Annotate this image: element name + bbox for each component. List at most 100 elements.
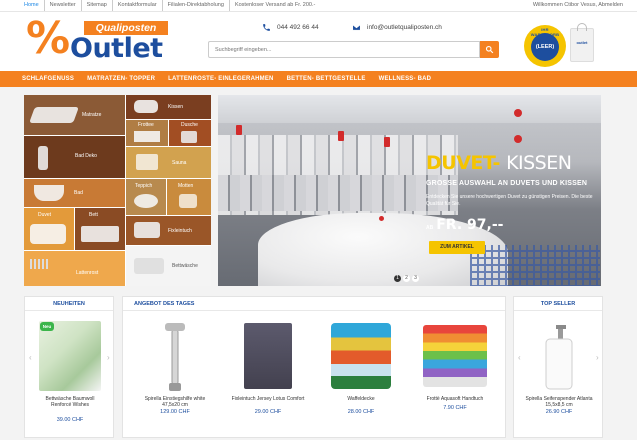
top-link-newsletter[interactable]: Newsletter: [45, 0, 82, 11]
product-card[interactable]: Spirella Seifenspender Atlanta 15,5x8,5 …: [524, 319, 594, 434]
hero-title: DUVET- KISSEN: [426, 152, 572, 174]
mattress-image: [29, 107, 79, 123]
category-matratze[interactable]: Matratze: [24, 95, 125, 135]
category-label: Teppich: [135, 183, 153, 189]
category-bettwaesche[interactable]: Bettwäsche: [126, 246, 211, 286]
hero-ceiling: [218, 95, 601, 123]
category-frottee[interactable]: Frottee: [126, 120, 168, 146]
welcome-logout-text[interactable]: Willkommen Ctibor Vesus, Abmelden: [533, 0, 623, 11]
category-fixleintuch[interactable]: Fixleintuch: [126, 216, 211, 245]
hero-shelves-lower: [218, 175, 458, 211]
angebot-box: ANGEBOT DES TAGES Spirella Einstiegshilf…: [122, 296, 506, 438]
top-link-home[interactable]: Home: [24, 0, 45, 11]
nav-betten[interactable]: BETTEN- BETTGESTELLE: [287, 71, 366, 87]
category-label: Bad Deko: [75, 153, 97, 159]
product-card[interactable]: Bettwäsche Baumwoll Renforcé Wishes 39.0…: [35, 319, 105, 434]
hero-title-highlight: DUVET-: [426, 152, 500, 174]
search-bar: [208, 41, 499, 58]
product-image: [331, 323, 391, 389]
phone-number: 044 492 66 44: [277, 24, 319, 31]
category-dusche[interactable]: Dusche: [169, 120, 211, 146]
product-price: 26.90 CHF: [545, 409, 573, 415]
nav-wellness-bad[interactable]: WELLNESS- BAD: [379, 71, 432, 87]
category-sauna[interactable]: Sauna: [126, 147, 211, 178]
hero-price: AB FR. 97,--: [426, 216, 503, 234]
category-bad[interactable]: Bad: [24, 179, 125, 207]
price-tag-icon: [338, 131, 344, 141]
mail-icon: [352, 24, 361, 31]
hero-price-value: FR. 97,--: [436, 217, 504, 233]
product-name: Frottè Aquasoft Handtuch: [426, 396, 484, 402]
slider-dot-3[interactable]: 3: [412, 275, 419, 282]
top-links: Home Newsletter Sitemap Kontaktformular …: [24, 0, 320, 11]
phone-contact[interactable]: 044 492 66 44: [262, 23, 319, 32]
nav-lattenroste[interactable]: LATTENROSTE- EINLEGERAHMEN: [168, 71, 273, 87]
email-contact[interactable]: info@outletqualiposten.ch: [352, 23, 442, 32]
hero-cart-image: [470, 245, 600, 286]
product-image: [163, 321, 187, 393]
topseller-title: TOP SELLER: [514, 301, 602, 311]
hero-text: Entdecken Sie unsere hochwertigen Duvet …: [426, 194, 593, 207]
bag-label: outlet: [576, 40, 588, 45]
product-price: 39.00 CHF: [56, 417, 84, 423]
angebot-title: ANGEBOT DES TAGES: [123, 301, 505, 311]
shopping-bag-icon: outlet: [570, 23, 594, 62]
cart-status: (LEER): [531, 33, 559, 61]
top-link-sitemap[interactable]: Sitemap: [82, 0, 113, 11]
product-image: [39, 321, 101, 391]
page: Home Newsletter Sitemap Kontaktformular …: [0, 0, 637, 440]
nav-schlafgenuss[interactable]: SCHLAFGENUSS: [22, 71, 74, 87]
product-price: 7.90 CHF: [443, 405, 467, 411]
product-name: Bettwäsche Baumwoll Renforcé Wishes: [45, 396, 95, 408]
arrow-right-icon[interactable]: ›: [596, 353, 602, 363]
shopping-cart[interactable]: IHR WARENKORB (LEER) outlet: [521, 20, 601, 70]
category-motten[interactable]: Motten: [167, 179, 211, 215]
bag-handle: [577, 23, 587, 31]
category-bett[interactable]: Bett: [75, 208, 125, 250]
product-name: Fixleintuch Jersey Lotus Comfort: [231, 396, 305, 402]
top-link-versand[interactable]: Kostenloser Versand ab Fr. 200.-: [230, 0, 320, 11]
hero-cta-button[interactable]: ZUM ARTIKEL: [429, 241, 485, 254]
percent-tag-icon: [514, 109, 522, 117]
phone-icon: [263, 24, 270, 31]
topseller-box: TOP SELLER ‹ › Spirella Seifenspender At…: [513, 296, 603, 438]
category-lattenrost[interactable]: Lattenrost: [24, 251, 125, 286]
top-bar: Home Newsletter Sitemap Kontaktformular …: [0, 0, 637, 12]
hero-subtitle: GROSSE AUSWAHL AN DUVETS UND KISSEN: [426, 180, 588, 187]
category-grid: Matratze Kissen Frottee Dusche Bad Deko …: [24, 95, 211, 286]
top-link-filialen[interactable]: Filialen-Direktabholung: [163, 0, 230, 11]
bathtub-image: [34, 185, 64, 201]
product-name: Spirella Seifenspender Atlanta 15,5x8,5 …: [525, 396, 593, 408]
product-card[interactable]: Waffeldecke 28.00 CHF: [323, 319, 399, 434]
product-name: Waffeldecke: [347, 396, 375, 402]
header: % Qualiposten Outlet 044 492 66 44 info@…: [0, 12, 637, 71]
product-price: 129.00 CHF: [160, 409, 190, 415]
logo-percent: %: [26, 13, 71, 64]
slider-dot-1[interactable]: 1: [394, 275, 401, 282]
category-label: Frottee: [138, 122, 154, 128]
category-teppich[interactable]: Teppich: [126, 179, 166, 215]
moth-protection-image: [179, 194, 197, 208]
slatted-frame-image: [30, 259, 50, 269]
category-duvet[interactable]: Duvet: [24, 208, 74, 250]
product-card[interactable]: Frottè Aquasoft Handtuch 7.90 CHF: [415, 319, 495, 434]
hero-slider[interactable]: DUVET- KISSEN GROSSE AUSWAHL AN DUVETS U…: [218, 95, 601, 286]
product-card[interactable]: Fixleintuch Jersey Lotus Comfort 29.00 C…: [230, 319, 306, 434]
arrow-right-icon[interactable]: ›: [107, 353, 113, 363]
grab-bar-icon: [165, 323, 185, 391]
category-bad-deko[interactable]: Bad Deko: [24, 136, 125, 178]
price-tag-icon: [384, 137, 390, 147]
pillow-image: [134, 100, 158, 113]
slider-dot-2[interactable]: 2: [403, 275, 410, 282]
category-kissen[interactable]: Kissen: [126, 95, 211, 119]
nav-matratzen-topper[interactable]: MATRATZEN- TOPPER: [87, 71, 155, 87]
search-button[interactable]: [480, 41, 499, 58]
category-label: Kissen: [168, 104, 184, 110]
search-input[interactable]: [208, 41, 480, 58]
product-card[interactable]: Spirella Einstiegshilfe white 47,5x20 cm…: [137, 319, 213, 434]
email-address: info@outletqualiposten.ch: [367, 24, 442, 31]
neuheiten-title: NEUHEITEN: [25, 301, 113, 311]
logo[interactable]: % Qualiposten Outlet: [26, 13, 168, 67]
bed-image: [81, 226, 119, 242]
top-link-kontaktformular[interactable]: Kontaktformular: [113, 0, 163, 11]
